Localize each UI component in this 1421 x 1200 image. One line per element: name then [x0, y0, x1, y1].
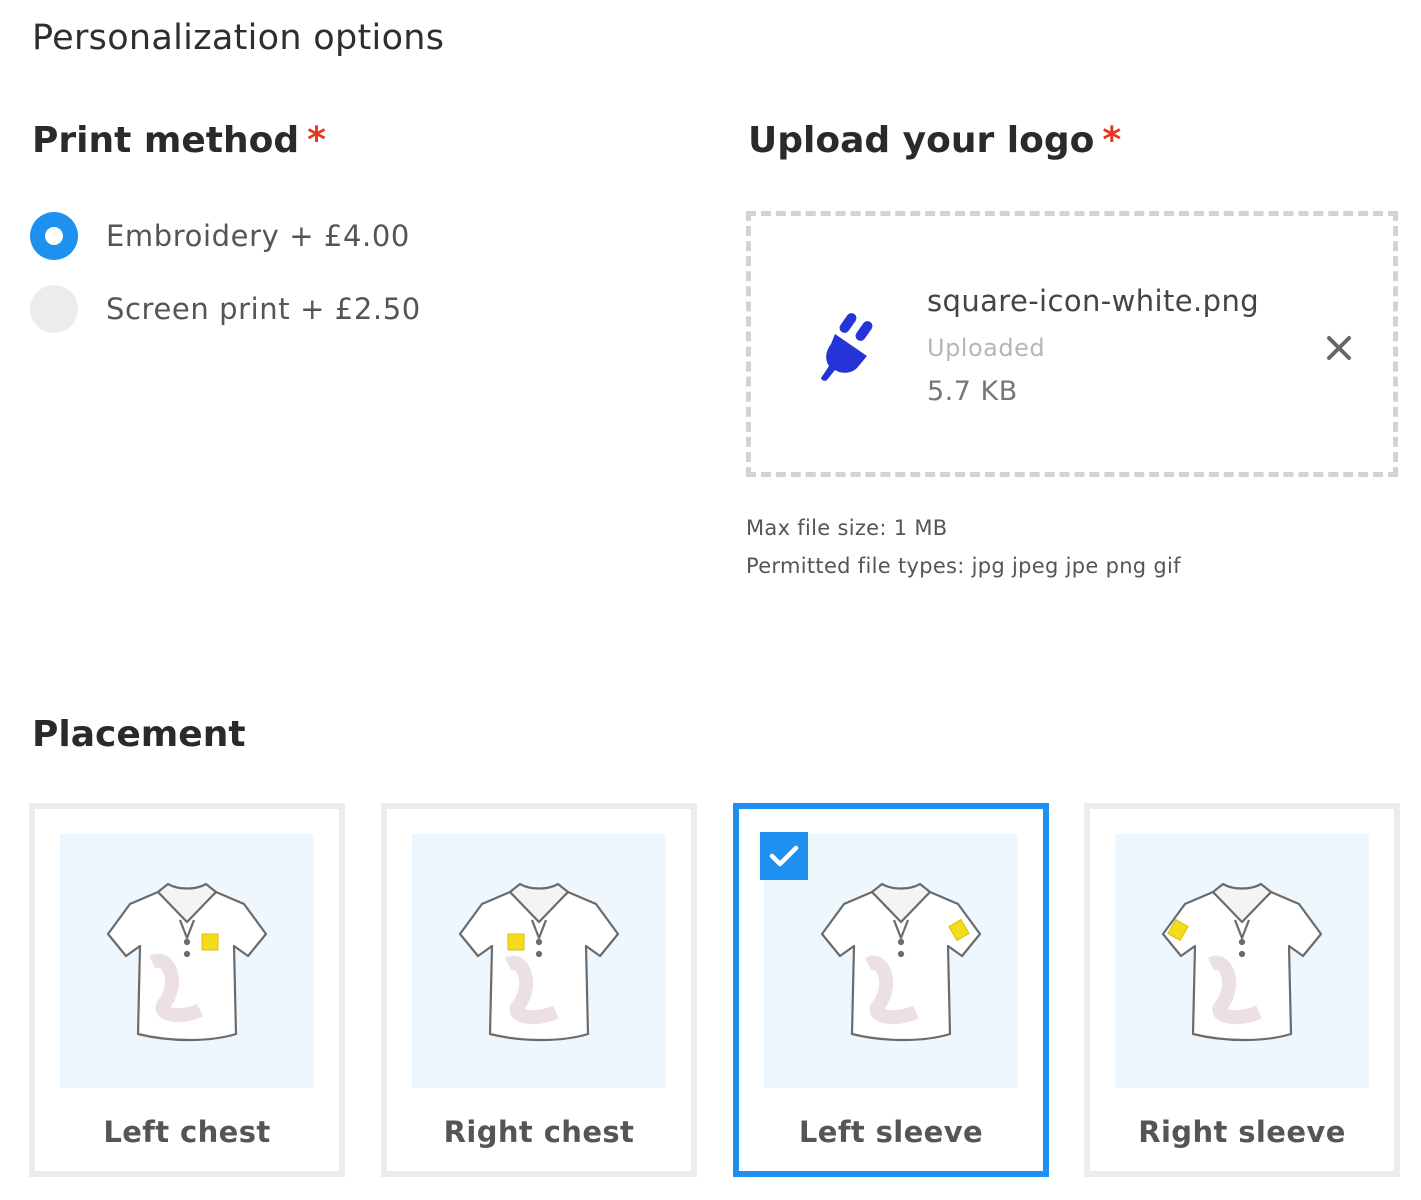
shirt-thumbnail [1115, 834, 1369, 1088]
card-label: Left sleeve [798, 1115, 984, 1149]
placement-card-right-chest[interactable]: Right chest [381, 803, 697, 1177]
print-method-title-text: Print method [32, 120, 300, 161]
required-mark: * [1102, 120, 1122, 161]
placement-card-right-sleeve[interactable]: Right sleeve [1084, 803, 1400, 1177]
upload-dropzone[interactable]: square-icon-white.png Uploaded 5.7 KB [746, 211, 1398, 477]
radio-option-embroidery[interactable]: Embroidery + £4.00 [30, 212, 410, 260]
polo-shirt-icon [106, 882, 268, 1042]
placement-card-left-chest[interactable]: Left chest [29, 803, 345, 1177]
file-name: square-icon-white.png [927, 284, 1260, 318]
file-size: 5.7 KB [927, 376, 1018, 407]
placement-card-left-sleeve[interactable]: Left sleeve [733, 803, 1049, 1177]
shirt-thumbnail [60, 834, 314, 1088]
print-method-title: Print method * [32, 120, 326, 161]
card-label: Left chest [103, 1115, 271, 1149]
radio-dot [45, 227, 63, 245]
page-title: Personalization options [32, 18, 445, 58]
radio-label: Screen print + £2.50 [106, 292, 421, 326]
placement-title: Placement [32, 714, 246, 755]
radio-button-unselected[interactable] [30, 285, 78, 333]
required-mark: * [307, 120, 326, 161]
upload-logo-title: Upload your logo * [748, 120, 1121, 161]
close-icon[interactable] [1325, 334, 1353, 362]
radio-option-screen-print[interactable]: Screen print + £2.50 [30, 285, 421, 333]
checkmark-icon [760, 832, 808, 880]
max-file-size-hint: Max file size: 1 MB [746, 516, 948, 540]
check-icon [769, 845, 799, 867]
radio-button-selected[interactable] [30, 212, 78, 260]
card-label: Right sleeve [1138, 1115, 1346, 1149]
polo-shirt-icon [1161, 882, 1323, 1042]
plug-icon [821, 313, 873, 381]
file-types-hint: Permitted file types: jpg jpeg jpe png g… [746, 554, 1181, 578]
radio-label: Embroidery + £4.00 [106, 219, 410, 253]
shirt-thumbnail [412, 834, 666, 1088]
upload-logo-title-text: Upload your logo [748, 120, 1095, 161]
polo-shirt-icon [458, 882, 620, 1042]
card-label: Right chest [443, 1115, 635, 1149]
file-status: Uploaded [927, 334, 1046, 362]
